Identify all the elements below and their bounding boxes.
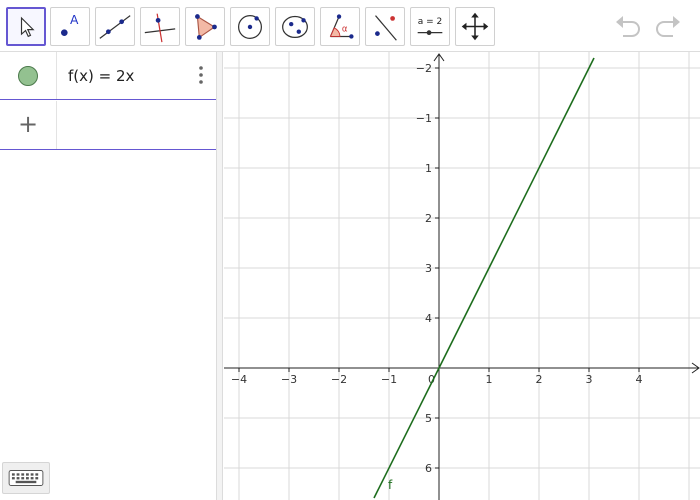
algebra-input-row[interactable]: + bbox=[0, 101, 216, 150]
x-tick-label: 4 bbox=[636, 373, 643, 386]
line-icon bbox=[99, 15, 131, 39]
axes bbox=[224, 53, 700, 500]
more-options-icon[interactable] bbox=[196, 64, 206, 86]
y-tick-label: 2 bbox=[425, 212, 432, 225]
tool-angle[interactable]: α bbox=[320, 7, 360, 46]
x-tick-label: 3 bbox=[586, 373, 593, 386]
tool-slider[interactable]: a = 2 bbox=[410, 7, 450, 46]
y-tick-label: 1 bbox=[425, 162, 432, 175]
tool-perpendicular[interactable] bbox=[140, 7, 180, 46]
view-divider[interactable] bbox=[216, 52, 223, 500]
tool-move[interactable] bbox=[6, 7, 46, 46]
graphics-view[interactable]: −4 −3 −2 −1 0 1 2 3 4 6 5 4 3 2 1 −1 −2 f bbox=[224, 52, 700, 500]
grid bbox=[224, 52, 700, 500]
x-tick-label: 2 bbox=[536, 373, 543, 386]
perpendicular-line-icon bbox=[144, 13, 176, 43]
polygon-icon bbox=[195, 14, 217, 40]
tool-reflect[interactable] bbox=[365, 7, 405, 46]
visibility-marble-icon[interactable] bbox=[18, 66, 38, 86]
function-line[interactable] bbox=[373, 57, 595, 499]
y-tick-label: 4 bbox=[425, 312, 432, 325]
x-tick-labels: −4 −3 −2 −1 0 1 2 3 4 bbox=[231, 373, 643, 386]
x-tick-label: −1 bbox=[381, 373, 397, 386]
point-icon: A bbox=[60, 13, 79, 36]
slider-tool-label: a = 2 bbox=[418, 17, 443, 27]
redo-icon bbox=[656, 16, 680, 37]
function-label: f bbox=[388, 478, 393, 492]
y-tick-label: 5 bbox=[425, 412, 432, 425]
function-f[interactable]: f bbox=[373, 57, 595, 499]
y-tick-label: −1 bbox=[416, 112, 432, 125]
angle-icon: α bbox=[329, 14, 354, 39]
point-tool-label: A bbox=[70, 13, 79, 27]
geogebra-app: A α a = 2 f(x) = 2x + −4 −3 −2 −1 0 1 2 … bbox=[0, 0, 700, 500]
reflect-about-line-icon bbox=[375, 15, 397, 41]
toolbar: A α a = 2 bbox=[0, 0, 700, 52]
tool-circle[interactable] bbox=[230, 7, 270, 46]
y-tick-label: −2 bbox=[416, 62, 432, 75]
marble-cell: + bbox=[0, 101, 57, 149]
keyboard-icon bbox=[8, 470, 44, 486]
tool-polygon[interactable] bbox=[185, 7, 225, 46]
tool-line[interactable] bbox=[95, 7, 135, 46]
circle-center-point-icon bbox=[237, 14, 263, 39]
tool-conic[interactable] bbox=[275, 7, 315, 46]
plus-icon[interactable]: + bbox=[17, 110, 39, 138]
tool-point[interactable]: A bbox=[50, 7, 90, 46]
undo-icon bbox=[616, 16, 640, 37]
algebra-item-f[interactable]: f(x) = 2x bbox=[0, 52, 216, 100]
angle-tool-label: α bbox=[342, 25, 348, 35]
graph-plot[interactable]: −4 −3 −2 −1 0 1 2 3 4 654321−1−2 f bbox=[224, 52, 700, 500]
algebra-view: f(x) = 2x + bbox=[0, 52, 216, 500]
keyboard-button[interactable] bbox=[2, 462, 50, 494]
x-tick-label: 1 bbox=[486, 373, 493, 386]
x-tick-label: −3 bbox=[281, 373, 297, 386]
tool-move-graphics[interactable] bbox=[455, 7, 495, 46]
undo-button[interactable] bbox=[613, 12, 645, 40]
move-graphics-view-icon bbox=[461, 12, 489, 41]
ellipse-icon bbox=[282, 15, 308, 39]
cursor-icon bbox=[20, 16, 35, 38]
algebra-expression[interactable]: f(x) = 2x bbox=[68, 67, 134, 85]
redo-button[interactable] bbox=[651, 12, 683, 40]
x-tick-label: −2 bbox=[331, 373, 347, 386]
slider-icon: a = 2 bbox=[417, 17, 443, 36]
x-tick-label: −4 bbox=[231, 373, 247, 386]
marble-cell bbox=[0, 52, 57, 99]
y-tick-label: 6 bbox=[425, 462, 432, 475]
y-tick-label: 3 bbox=[425, 262, 432, 275]
